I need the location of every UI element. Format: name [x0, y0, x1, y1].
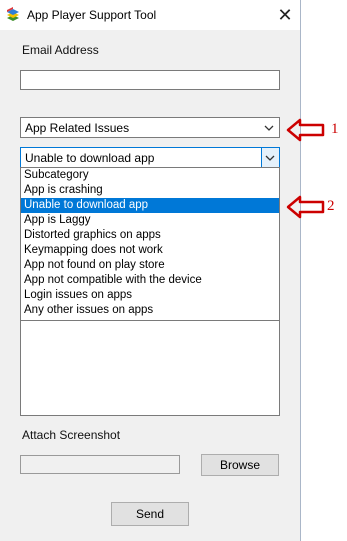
option-app-is-laggy[interactable]: App is Laggy — [21, 213, 279, 228]
option-app-not-found[interactable]: App not found on play store — [21, 258, 279, 273]
browse-button[interactable]: Browse — [201, 454, 279, 476]
option-keymapping-does-not-work[interactable]: Keymapping does not work — [21, 243, 279, 258]
annotation-arrow-2 — [286, 195, 325, 219]
attach-screenshot-label: Attach Screenshot — [22, 428, 121, 442]
option-login-issues[interactable]: Login issues on apps — [21, 288, 279, 303]
option-any-other-issues[interactable]: Any other issues on apps — [21, 303, 279, 318]
close-button[interactable]: ✕ — [270, 0, 300, 30]
category-dropdown[interactable]: App Related Issues — [20, 117, 280, 138]
option-app-not-compatible[interactable]: App not compatible with the device — [21, 273, 279, 288]
email-label: Email Address — [22, 43, 99, 57]
email-field[interactable] — [20, 70, 280, 90]
subcategory-arrow-button[interactable] — [261, 148, 279, 167]
chevron-down-icon — [264, 125, 274, 131]
app-player-icon — [7, 7, 19, 21]
title-bar: App Player Support Tool ✕ — [0, 0, 300, 30]
subcategory-value: Unable to download app — [25, 151, 155, 165]
screenshot-path-field[interactable] — [20, 455, 180, 474]
send-button[interactable]: Send — [111, 502, 189, 526]
annotation-label-1: 1 — [331, 121, 339, 137]
option-unable-to-download-app[interactable]: Unable to download app — [21, 198, 279, 213]
annotation-arrow-1 — [286, 118, 325, 142]
annotation-label-2: 2 — [327, 198, 335, 214]
support-tool-window: App Player Support Tool ✕ Email Address … — [0, 0, 301, 541]
close-icon: ✕ — [277, 4, 293, 25]
option-app-is-crashing[interactable]: App is crashing — [21, 183, 279, 198]
option-subcategory[interactable]: Subcategory — [21, 168, 279, 183]
subcategory-dropdown[interactable]: Unable to download app — [20, 147, 280, 168]
window-title: App Player Support Tool — [27, 8, 157, 22]
chevron-down-icon — [265, 155, 275, 161]
category-value: App Related Issues — [25, 121, 130, 135]
subcategory-options-list[interactable]: Subcategory App is crashing Unable to do… — [20, 167, 280, 321]
option-distorted-graphics[interactable]: Distorted graphics on apps — [21, 228, 279, 243]
